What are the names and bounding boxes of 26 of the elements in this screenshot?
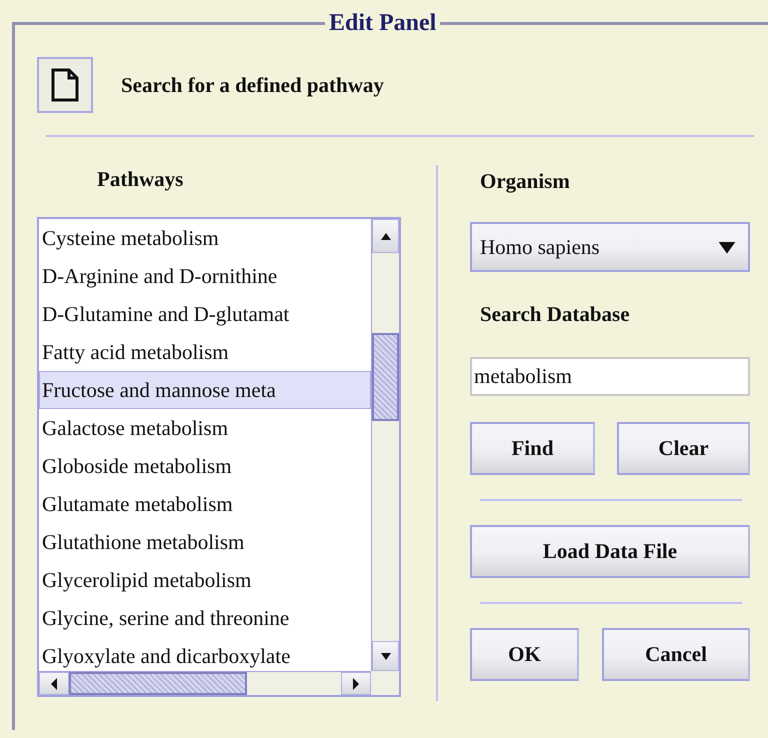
scroll-right-button[interactable]	[341, 672, 371, 695]
scroll-thumb[interactable]	[372, 333, 399, 421]
search-field[interactable]: metabolism	[470, 357, 750, 396]
right-arrow-icon	[351, 678, 361, 690]
dialog-button[interactable]: Cancel	[602, 628, 750, 681]
left-arrow-icon	[49, 678, 59, 690]
horizontal-scrollbar[interactable]	[39, 671, 371, 695]
scroll-up-button[interactable]	[372, 219, 399, 253]
organism-heading: Organism	[480, 169, 570, 194]
pathway-item[interactable]: Fructose and mannose meta	[39, 371, 371, 409]
document-icon	[51, 68, 79, 102]
load-data-file-button[interactable]: Load Data File	[470, 525, 750, 578]
search-action-button[interactable]: Clear	[617, 422, 750, 475]
new-document-button[interactable]	[37, 57, 93, 113]
pathways-heading: Pathways	[97, 167, 184, 192]
search-heading: Search Database	[480, 302, 630, 327]
dialog-button[interactable]: OK	[470, 628, 579, 681]
section-title: Search for a defined pathway	[121, 72, 384, 98]
organism-dropdown[interactable]: Homo sapiens	[470, 222, 750, 272]
scroll-left-button[interactable]	[39, 672, 69, 695]
panel-title: Edit Panel	[328, 10, 438, 37]
search-action-button[interactable]: Find	[470, 422, 595, 475]
vertical-scrollbar[interactable]	[371, 219, 399, 671]
scroll-thumb[interactable]	[69, 672, 247, 695]
scroll-down-button[interactable]	[372, 641, 399, 671]
down-arrow-icon	[380, 650, 390, 662]
